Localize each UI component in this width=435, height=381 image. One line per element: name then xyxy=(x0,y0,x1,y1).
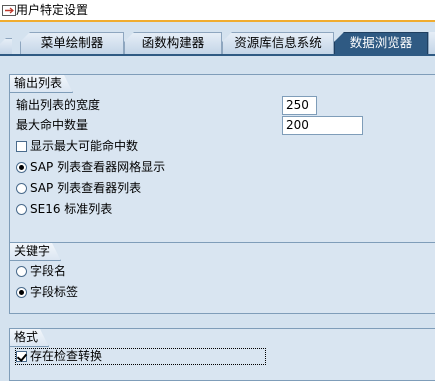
radio-button[interactable] xyxy=(16,287,27,298)
radio-field-name[interactable]: 字段名 xyxy=(16,263,66,280)
tab-strip: 菜单绘制器 函数构建器 资源库信息系统 数据浏览器 xyxy=(0,22,435,54)
group-title: 输出列表 xyxy=(10,75,73,93)
radio-button[interactable] xyxy=(16,183,27,194)
radio-alv-grid[interactable]: SAP 列表查看器网格显示 xyxy=(16,159,165,176)
radio-label: 字段标签 xyxy=(30,285,79,299)
show-max-hits-checkbox-row[interactable]: 显示最大可能命中数 xyxy=(16,138,138,155)
radio-se16-standard-list[interactable]: SE16 标准列表 xyxy=(16,201,112,218)
window-title: 用户特定设置 xyxy=(16,3,89,17)
group-format: 格式 存在检查转换 xyxy=(9,328,435,381)
tab-label: 菜单绘制器 xyxy=(40,35,104,50)
tab-label: 资源库信息系统 xyxy=(234,35,322,50)
window-menu-icon[interactable] xyxy=(2,5,16,16)
radio-button[interactable] xyxy=(16,266,27,277)
radio-button[interactable] xyxy=(16,204,27,215)
tab-content: 输出列表 输出列表的宽度 250 最大命中数量 200 显示最大可能命中数 SA… xyxy=(0,54,435,381)
output-width-label: 输出列表的宽度 xyxy=(16,98,101,112)
radio-field-label[interactable]: 字段标签 xyxy=(16,284,78,301)
title-bar: 用户特定设置 xyxy=(0,0,435,22)
tab-function-builder[interactable]: 函数构建器 xyxy=(124,32,222,54)
radio-alv-list[interactable]: SAP 列表查看器列表 xyxy=(16,180,141,197)
tab-strip-right-edge xyxy=(428,32,435,54)
max-hits-field[interactable]: 200 xyxy=(282,116,363,135)
show-max-hits-checkbox[interactable] xyxy=(16,141,27,152)
radio-label: SAP 列表查看器列表 xyxy=(30,181,142,195)
max-hits-label: 最大命中数量 xyxy=(16,118,89,132)
group-title: 格式 xyxy=(10,329,49,347)
output-width-field[interactable]: 250 xyxy=(282,96,317,115)
show-max-hits-label: 显示最大可能命中数 xyxy=(30,139,139,153)
radio-button[interactable] xyxy=(16,162,27,173)
radio-label: SE16 标准列表 xyxy=(30,202,113,216)
check-conversion-checkbox-row[interactable]: 存在检查转换 xyxy=(16,348,102,365)
group-keyword: 关键字 字段名 字段标签 xyxy=(9,242,435,314)
check-conversion-label: 存在检查转换 xyxy=(30,349,103,363)
tab-label: 函数构建器 xyxy=(141,35,205,50)
radio-label: SAP 列表查看器网格显示 xyxy=(30,160,166,174)
tab-data-browser[interactable]: 数据浏览器 xyxy=(334,32,428,54)
tab-menu-painter[interactable]: 菜单绘制器 xyxy=(20,32,124,54)
check-conversion-checkbox[interactable] xyxy=(16,351,27,362)
tab-strip-left-edge xyxy=(0,38,12,54)
radio-label: 字段名 xyxy=(30,264,67,278)
tab-label: 数据浏览器 xyxy=(349,35,413,50)
group-title: 关键字 xyxy=(10,243,61,261)
tab-repository-info-system[interactable]: 资源库信息系统 xyxy=(222,32,334,54)
